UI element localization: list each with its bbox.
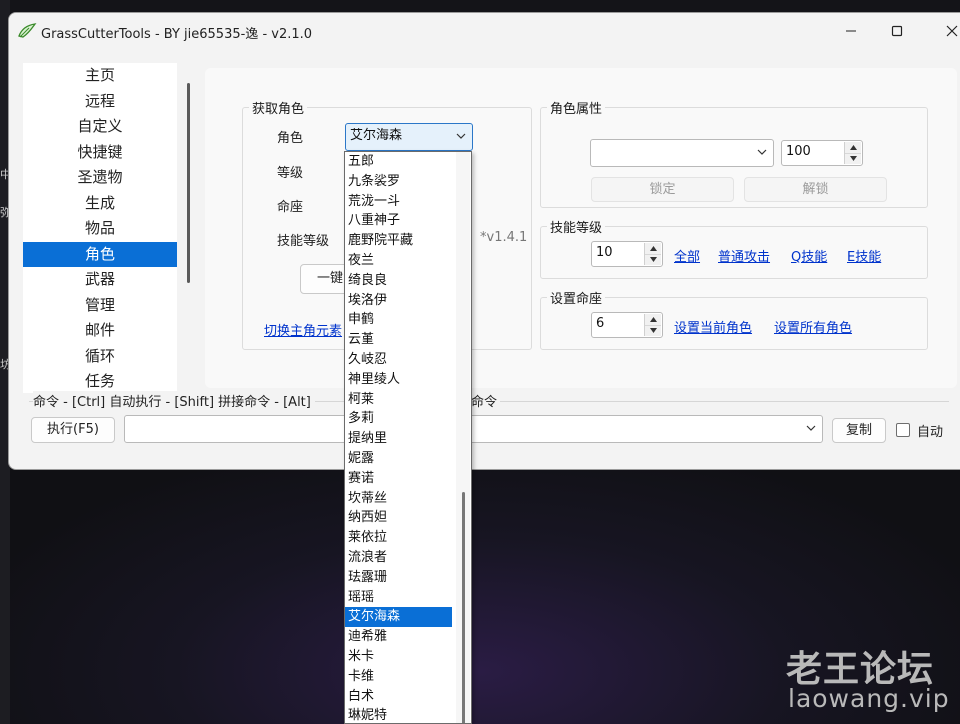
character-dropdown-list[interactable]: 五郎 九条裟罗 荒泷一斗 八重神子 鹿野院平藏 夜兰 绮良良 埃洛伊 申鹤 云堇… bbox=[344, 151, 472, 724]
increment-arrow-icon[interactable] bbox=[645, 243, 661, 255]
dropdown-item[interactable]: 八重神子 bbox=[345, 211, 452, 231]
sidebar-scrollbar[interactable] bbox=[187, 83, 190, 283]
sidebar-item-artifacts[interactable]: 圣遗物 bbox=[23, 165, 177, 191]
dropdown-scroll-thumb[interactable] bbox=[462, 492, 465, 723]
lock-button[interactable]: 锁定 bbox=[591, 177, 734, 202]
close-icon bbox=[946, 25, 958, 37]
get-character-legend: 获取角色 bbox=[252, 102, 305, 117]
property-value-stepper[interactable]: 100 bbox=[781, 140, 863, 166]
sidebar-item-hotkeys[interactable]: 快捷键 bbox=[23, 140, 177, 166]
dropdown-item[interactable]: 绮良良 bbox=[345, 271, 452, 291]
grass-app-icon bbox=[18, 23, 37, 38]
skill-level-stepper[interactable]: 10 bbox=[591, 241, 663, 267]
dropdown-item[interactable]: 琳妮特 bbox=[345, 706, 452, 723]
dropdown-item[interactable]: 纳西妲 bbox=[345, 508, 452, 528]
character-props-legend: 角色属性 bbox=[550, 102, 603, 117]
dropdown-item[interactable]: 埃洛伊 bbox=[345, 291, 452, 311]
sidebar-item-remote[interactable]: 远程 bbox=[23, 89, 177, 115]
minimize-button[interactable] bbox=[828, 13, 874, 49]
sidebar-item-quests[interactable]: 任务 bbox=[23, 369, 177, 393]
unlock-button[interactable]: 解锁 bbox=[744, 177, 887, 202]
sidebar-item-custom[interactable]: 自定义 bbox=[23, 114, 177, 140]
decrement-arrow-icon[interactable] bbox=[645, 254, 661, 265]
dropdown-item[interactable]: 荒泷一斗 bbox=[345, 192, 452, 212]
watermark-url: laowang.vip bbox=[788, 684, 950, 713]
property-select[interactable] bbox=[590, 139, 774, 167]
auto-checkbox[interactable] bbox=[896, 423, 910, 437]
character-select-value: 艾尔海森 bbox=[350, 128, 403, 143]
sidebar-nav: 主页 远程 自定义 快捷键 圣遗物 生成 物品 角色 武器 管理 邮件 循环 任… bbox=[23, 63, 177, 393]
dropdown-item-selected[interactable]: 艾尔海森 bbox=[345, 607, 452, 628]
dropdown-item[interactable]: 久岐忍 bbox=[345, 350, 452, 370]
dropdown-item[interactable]: 坎蒂丝 bbox=[345, 489, 452, 509]
copy-button[interactable]: 复制 bbox=[832, 418, 886, 443]
sidebar-item-spawn[interactable]: 生成 bbox=[23, 191, 177, 217]
constellation-stepper[interactable]: 6 bbox=[591, 312, 663, 338]
property-value: 100 bbox=[786, 144, 811, 159]
sidebar-item-mail[interactable]: 邮件 bbox=[23, 318, 177, 344]
maximize-button[interactable] bbox=[874, 13, 920, 49]
dropdown-item[interactable]: 妮露 bbox=[345, 449, 452, 469]
title-bar[interactable]: GrassCutterTools - BY jie65535-逸 - v2.1.… bbox=[9, 13, 960, 49]
sidebar-item-home[interactable]: 主页 bbox=[23, 63, 177, 89]
skill-e-link[interactable]: E技能 bbox=[847, 246, 881, 265]
sidebar-item-manage[interactable]: 管理 bbox=[23, 293, 177, 319]
auto-label: 自动 bbox=[917, 425, 944, 440]
skill-level-value: 10 bbox=[596, 245, 613, 260]
dropdown-item[interactable]: 瑶瑶 bbox=[345, 588, 452, 608]
chevron-down-icon bbox=[456, 133, 466, 139]
dropdown-item[interactable]: 白术 bbox=[345, 687, 452, 707]
sidebar-item-characters[interactable]: 角色 bbox=[23, 241, 177, 267]
minimize-icon bbox=[846, 30, 856, 32]
skill-level-legend: 技能等级 bbox=[550, 221, 603, 236]
set-current-character-link[interactable]: 设置当前角色 bbox=[674, 317, 752, 336]
character-select[interactable]: 艾尔海森 bbox=[345, 123, 473, 151]
decrement-arrow-icon[interactable] bbox=[645, 325, 661, 336]
version-hint: *v1.4.1 bbox=[480, 230, 528, 245]
dropdown-item[interactable]: 夜兰 bbox=[345, 251, 452, 271]
dropdown-item[interactable]: 提纳里 bbox=[345, 429, 452, 449]
constellation-label: 命座 bbox=[277, 200, 304, 215]
close-button[interactable] bbox=[929, 13, 960, 49]
increment-arrow-icon[interactable] bbox=[845, 142, 861, 154]
switch-element-link[interactable]: 切换主角元素 bbox=[264, 320, 342, 339]
dropdown-item[interactable]: 流浪者 bbox=[345, 548, 452, 568]
set-all-characters-link[interactable]: 设置所有角色 bbox=[774, 317, 852, 336]
skill-all-link[interactable]: 全部 bbox=[674, 246, 700, 265]
skill-q-link[interactable]: Q技能 bbox=[791, 246, 827, 265]
dropdown-item[interactable]: 赛诺 bbox=[345, 469, 452, 489]
dropdown-item[interactable]: 多莉 bbox=[345, 409, 452, 429]
dropdown-item[interactable]: 神里绫人 bbox=[345, 370, 452, 390]
dropdown-item[interactable]: 莱依拉 bbox=[345, 528, 452, 548]
increment-arrow-icon[interactable] bbox=[645, 314, 661, 326]
dropdown-item[interactable]: 米卡 bbox=[345, 647, 452, 667]
dropdown-item[interactable]: 五郎 bbox=[345, 152, 452, 172]
dropdown-item[interactable]: 珐露珊 bbox=[345, 568, 452, 588]
dropdown-item[interactable]: 卡维 bbox=[345, 667, 452, 687]
skill-level-label: 技能等级 bbox=[277, 234, 330, 249]
set-constellation-legend: 设置命座 bbox=[550, 292, 603, 307]
dropdown-item[interactable]: 九条裟罗 bbox=[345, 172, 452, 192]
chevron-down-icon bbox=[757, 149, 767, 155]
level-label: 等级 bbox=[277, 166, 304, 181]
sidebar-item-loop[interactable]: 循环 bbox=[23, 344, 177, 370]
dropdown-item[interactable]: 鹿野院平藏 bbox=[345, 231, 452, 251]
command-input[interactable] bbox=[124, 415, 823, 443]
dropdown-item[interactable]: 申鹤 bbox=[345, 310, 452, 330]
sidebar-item-items[interactable]: 物品 bbox=[23, 216, 177, 242]
sidebar-item-weapons[interactable]: 武器 bbox=[23, 267, 177, 293]
dropdown-item[interactable]: 柯莱 bbox=[345, 390, 452, 410]
chevron-down-icon bbox=[806, 425, 816, 431]
character-label: 角色 bbox=[277, 131, 304, 146]
constellation-value: 6 bbox=[596, 316, 605, 331]
skill-normal-attack-link[interactable]: 普通攻击 bbox=[718, 246, 770, 265]
execute-button[interactable]: 执行(F5) bbox=[31, 417, 115, 443]
maximize-icon bbox=[891, 25, 903, 37]
dropdown-item[interactable]: 迪希雅 bbox=[345, 627, 452, 647]
dropdown-item[interactable]: 云堇 bbox=[345, 330, 452, 350]
decrement-arrow-icon[interactable] bbox=[845, 153, 861, 164]
command-legend: 命令 - [Ctrl] 自动执行 - [Shift] 拼接命令 - [Alt] bbox=[33, 391, 315, 410]
window-title: GrassCutterTools - BY jie65535-逸 - v2.1.… bbox=[41, 27, 313, 42]
app-window: GrassCutterTools - BY jie65535-逸 - v2.1.… bbox=[8, 12, 960, 470]
